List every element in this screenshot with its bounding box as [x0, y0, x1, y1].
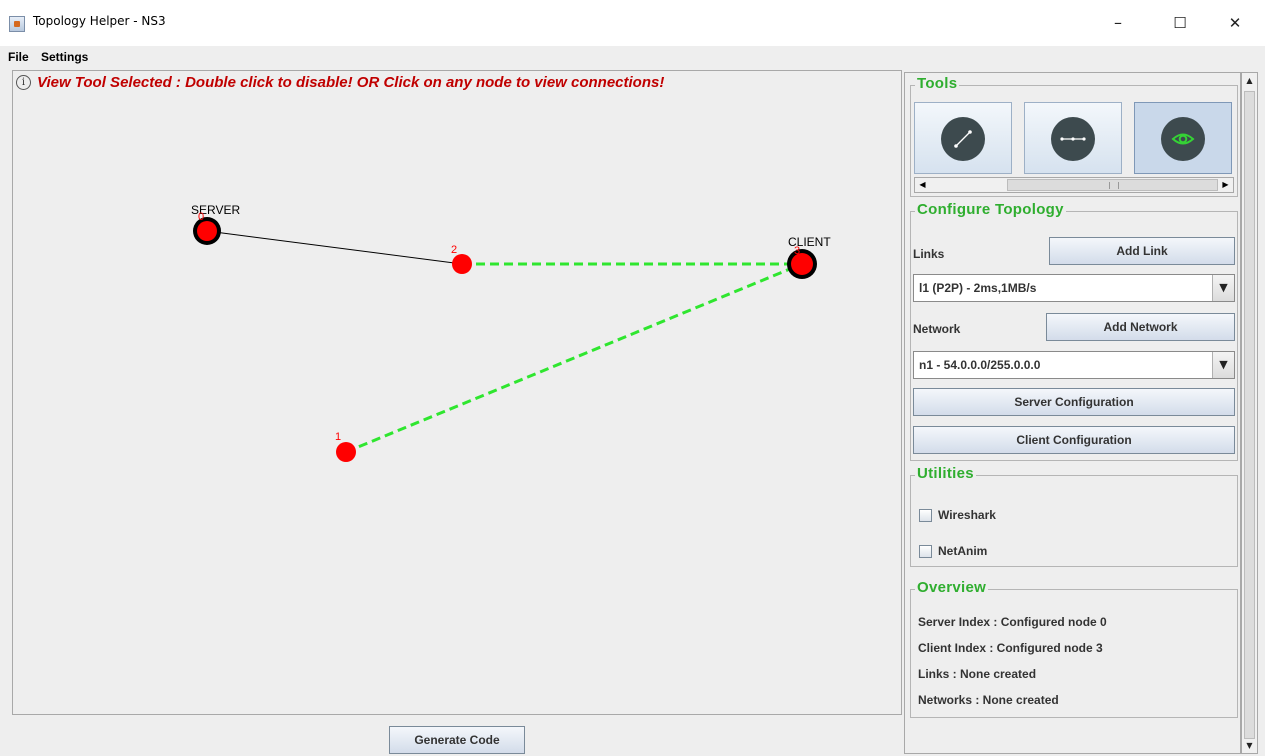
maximize-button[interactable]: ☐ — [1157, 8, 1203, 38]
add-network-button[interactable]: Add Network — [1046, 313, 1235, 341]
netanim-label[interactable]: NetAnim — [938, 544, 987, 558]
side-panel-scrollbar[interactable]: ▲ ▼ — [1241, 72, 1258, 754]
menu-settings[interactable]: Settings — [41, 50, 88, 64]
bottom-bar: Generate Code — [12, 715, 902, 756]
netanim-checkbox[interactable] — [919, 545, 932, 558]
node-server[interactable]: SERVER 0 — [191, 203, 240, 245]
overview-group: Overview Server Index : Configured node … — [910, 579, 1238, 718]
server-configuration-button[interactable]: Server Configuration — [913, 388, 1235, 416]
chevron-down-icon[interactable]: ▼ — [1212, 352, 1234, 378]
menu-bar: File Settings — [0, 46, 1265, 68]
node-index-label: 2 — [451, 244, 457, 256]
wireshark-label[interactable]: Wireshark — [938, 508, 996, 522]
scroll-left-icon[interactable]: ◀ — [915, 178, 930, 192]
overview-title: Overview — [915, 579, 989, 596]
scroll-up-icon[interactable]: ▲ — [1242, 73, 1257, 88]
scrollbar-thumb[interactable] — [1007, 179, 1218, 191]
node-2[interactable]: 2 — [451, 244, 472, 274]
network-tool-button[interactable] — [1024, 102, 1122, 174]
configure-topology-title: Configure Topology — [915, 201, 1066, 218]
node-index-label: 0 — [198, 211, 204, 223]
topology-canvas[interactable]: i View Tool Selected : Double click to d… — [12, 70, 902, 715]
overview-links: Links : None created — [918, 667, 1037, 681]
menu-file[interactable]: File — [8, 50, 29, 64]
close-button[interactable]: ✕ — [1212, 8, 1258, 38]
topology-graph[interactable]: SERVER 0 2 CLIENT 3 1 — [13, 71, 901, 714]
utilities-group: Utilities Wireshark NetAnim — [910, 465, 1238, 567]
link-tool-button[interactable] — [914, 102, 1012, 174]
minimize-button[interactable]: – — [1095, 8, 1141, 38]
app-window: Topology Helper - NS3 – ☐ ✕ File Setting… — [0, 0, 1265, 756]
network-dropdown[interactable]: n1 - 54.0.0.0/255.0.0.0 ▼ — [913, 351, 1235, 379]
tools-title: Tools — [915, 75, 960, 92]
connection-0-2 — [206, 230, 463, 265]
node-client[interactable]: CLIENT 3 — [787, 235, 831, 279]
links-dropdown[interactable]: l1 (P2P) - 2ms,1MB/s ▼ — [913, 274, 1235, 302]
node-index-label: 1 — [335, 431, 341, 443]
client-configuration-button[interactable]: Client Configuration — [913, 426, 1235, 454]
configure-topology-group: Configure Topology Links Add Link l1 (P2… — [910, 201, 1238, 461]
side-panel: Tools ◀ ▶ Configure Topology Links Add L… — [904, 72, 1241, 754]
chevron-down-icon[interactable]: ▼ — [1212, 275, 1234, 301]
tools-group: Tools ◀ ▶ — [910, 75, 1238, 197]
links-label: Links — [913, 247, 945, 261]
wireshark-checkbox[interactable] — [919, 509, 932, 522]
tools-scrollbar[interactable]: ◀ ▶ — [914, 177, 1234, 193]
view-tool-button[interactable] — [1134, 102, 1232, 174]
tools-strip — [914, 102, 1234, 176]
network-dropdown-value: n1 - 54.0.0.0/255.0.0.0 — [919, 358, 1041, 372]
links-dropdown-value: l1 (P2P) - 2ms,1MB/s — [919, 281, 1037, 295]
link-tool-icon — [941, 117, 985, 161]
node-index-label: 3 — [794, 245, 800, 257]
overview-client-index: Client Index : Configured node 3 — [918, 641, 1103, 655]
overview-server-index: Server Index : Configured node 0 — [918, 615, 1107, 629]
network-label: Network — [913, 322, 961, 336]
network-tool-icon — [1051, 117, 1095, 161]
view-tool-icon — [1161, 117, 1205, 161]
node-1[interactable]: 1 — [335, 431, 356, 462]
generate-code-button[interactable]: Generate Code — [389, 726, 525, 754]
window-title: Topology Helper - NS3 — [33, 14, 166, 28]
overview-networks: Networks : None created — [918, 693, 1059, 707]
java-cup-icon — [9, 16, 25, 32]
title-bar: Topology Helper - NS3 – ☐ ✕ — [0, 0, 1265, 46]
connection-1-3 — [345, 262, 803, 454]
scroll-down-icon[interactable]: ▼ — [1242, 738, 1257, 753]
utilities-title: Utilities — [915, 465, 976, 482]
scrollbar-thumb[interactable] — [1244, 91, 1255, 739]
add-link-button[interactable]: Add Link — [1049, 237, 1235, 265]
scroll-right-icon[interactable]: ▶ — [1218, 178, 1233, 192]
